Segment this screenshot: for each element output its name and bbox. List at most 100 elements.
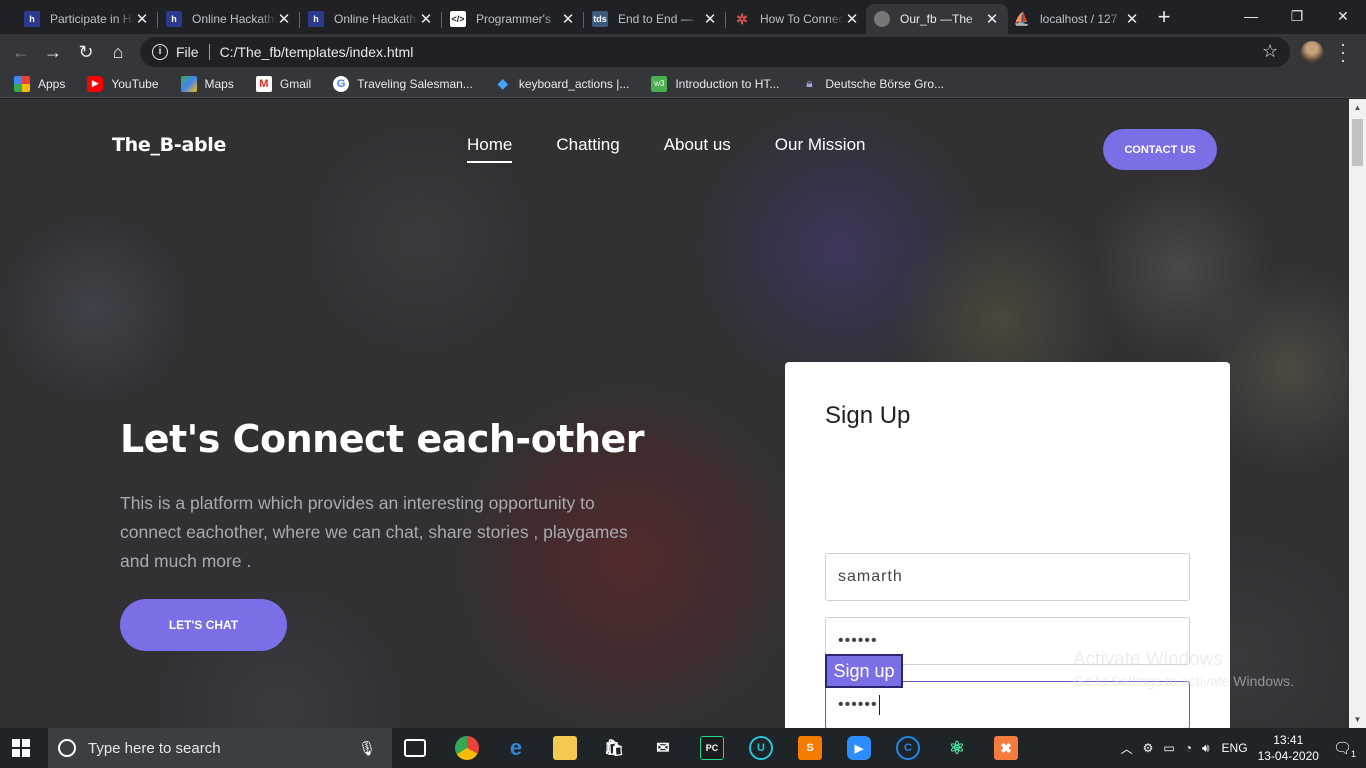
address-bar[interactable]: i File C:/The_fb/templates/index.html xyxy=(140,37,1290,67)
mail-icon[interactable]: ✉ xyxy=(651,736,675,760)
menu-kebab-icon[interactable]: · · · xyxy=(1338,35,1348,69)
signup-title: Sign Up xyxy=(825,402,911,429)
gear-icon: ✲ xyxy=(736,10,748,27)
close-tab-icon[interactable]: ✕ xyxy=(418,10,434,28)
browser-tab[interactable]: </> Programmer's ✕ xyxy=(442,4,584,34)
bookmark-gmail[interactable]: M Gmail xyxy=(255,75,311,92)
browser-tab[interactable]: h Online Hackathons ✕ xyxy=(158,4,300,34)
close-tab-icon[interactable]: ✕ xyxy=(134,10,150,28)
code-icon: </> xyxy=(450,11,466,27)
forward-arrow-icon[interactable]: → xyxy=(40,39,66,65)
store-icon[interactable]: 🛍︎ xyxy=(602,736,626,760)
microphone-icon[interactable]: 🎙︎ xyxy=(358,740,376,757)
globe-icon xyxy=(874,11,890,27)
new-tab-button[interactable]: + xyxy=(1152,6,1176,30)
tab-strip: h Participate in HackerEarth ✕ h Online … xyxy=(0,0,1366,34)
youtube-icon: ▶ xyxy=(87,75,104,92)
hero-title: Let's Connect each-other xyxy=(120,417,645,461)
bookmark-maps[interactable]: Maps xyxy=(180,75,234,92)
username-field[interactable]: samarth xyxy=(825,553,1190,601)
close-tab-icon[interactable]: ✕ xyxy=(276,10,292,28)
windows-start-icon[interactable] xyxy=(12,739,30,757)
contact-us-button[interactable]: CONTACT US xyxy=(1103,129,1217,170)
signup-button[interactable]: Sign up xyxy=(825,654,903,688)
browser-tab[interactable]: h Online Hackathons ✕ xyxy=(300,4,442,34)
ccleaner-icon[interactable]: C xyxy=(896,736,920,760)
back-arrow-icon[interactable]: ← xyxy=(8,39,34,65)
info-icon[interactable]: i xyxy=(152,44,168,60)
bookmark-keyboard-actions[interactable]: ◆ keyboard_actions |... xyxy=(495,75,629,92)
xampp-icon[interactable]: ✖ xyxy=(994,736,1018,760)
close-tab-icon[interactable]: ✕ xyxy=(560,10,576,28)
scrollbar-thumb[interactable] xyxy=(1352,119,1363,166)
cortana-icon xyxy=(58,739,76,757)
reload-icon[interactable]: ↻ xyxy=(73,39,99,65)
lets-chat-button[interactable]: LET'S CHAT xyxy=(120,599,287,651)
nav-home[interactable]: Home xyxy=(467,135,513,163)
page-scrollbar[interactable]: ▲ ▼ xyxy=(1349,99,1366,728)
bookmark-star-icon[interactable]: ☆ xyxy=(1262,41,1278,62)
bookmark-youtube[interactable]: ▶ YouTube xyxy=(87,75,159,92)
upwork-icon[interactable]: U xyxy=(749,736,773,760)
hackerearth-icon: h xyxy=(24,11,40,27)
chrome-icon[interactable] xyxy=(455,736,479,760)
close-tab-icon[interactable]: ✕ xyxy=(702,10,718,28)
minimize-button[interactable]: — xyxy=(1228,0,1274,32)
nav-our-mission[interactable]: Our Mission xyxy=(775,135,866,163)
volume-icon[interactable]: 🔊︎ xyxy=(1202,741,1210,756)
browser-tab[interactable]: h Participate in HackerEarth ✕ xyxy=(16,4,158,34)
browser-tab[interactable]: ✲ How To Connect ✕ xyxy=(726,4,868,34)
bookmark-traveling-salesman[interactable]: G Traveling Salesman... xyxy=(333,75,473,92)
tab-title: End to End — xyxy=(618,12,693,26)
clock[interactable]: 13:41 13-04-2020 xyxy=(1258,732,1319,764)
maximize-button[interactable]: ❐ xyxy=(1274,0,1320,32)
browser-toolbar: ← → ↻ ⌂ i File C:/The_fb/templates/index… xyxy=(0,34,1366,70)
browser-tab[interactable]: tds End to End — ✕ xyxy=(584,4,726,34)
address-scheme: File xyxy=(176,44,199,60)
notification-center-icon[interactable]: 🗨︎ 1 xyxy=(1333,739,1356,759)
browser-tab-active[interactable]: Our_fb —The ✕ xyxy=(866,4,1008,34)
close-window-button[interactable]: ✕ xyxy=(1320,0,1366,32)
maps-icon xyxy=(180,75,197,92)
lock-icon: 🔒︎ xyxy=(806,76,813,90)
profile-avatar[interactable] xyxy=(1301,41,1323,63)
hackerearth-icon: h xyxy=(166,11,182,27)
edge-icon[interactable]: e xyxy=(504,735,528,760)
bookmark-apps[interactable]: Apps xyxy=(14,75,65,92)
chevron-up-icon[interactable]: ︿ xyxy=(1121,740,1133,757)
scroll-up-icon[interactable]: ▲ xyxy=(1349,99,1366,116)
close-tab-icon[interactable]: ✕ xyxy=(1124,10,1140,28)
apps-grid-icon xyxy=(14,75,30,92)
activate-windows-watermark: Activate Windows Go to Settings to activ… xyxy=(1073,649,1294,689)
page-viewport: The_B-able Home Chatting About us Our Mi… xyxy=(0,99,1349,728)
atom-icon[interactable]: ⚛ xyxy=(945,736,969,760)
browser-tab[interactable]: ⛵ localhost / 127 ✕ xyxy=(1006,4,1148,34)
network-activity-icon[interactable]: ⚙ xyxy=(1143,741,1154,755)
windows-taskbar: Type here to search 🎙︎ e 🛍︎ ✉ PC U S ▶ C… xyxy=(0,728,1366,768)
tab-title: Online Hackathons xyxy=(192,12,276,26)
battery-icon[interactable]: ▭ xyxy=(1163,741,1174,755)
close-tab-icon[interactable]: ✕ xyxy=(984,10,1000,28)
scroll-down-icon[interactable]: ▼ xyxy=(1349,711,1366,728)
task-view-icon[interactable] xyxy=(404,739,426,757)
taskbar-search[interactable]: Type here to search 🎙︎ xyxy=(48,728,392,768)
tab-title: Our_fb —The xyxy=(900,12,973,26)
wifi-icon[interactable]: ◔ xyxy=(1185,741,1192,755)
gmail-icon: M xyxy=(255,75,272,92)
sublime-icon[interactable]: S xyxy=(798,736,822,760)
zoom-icon[interactable]: ▶ xyxy=(847,736,871,760)
file-explorer-icon[interactable] xyxy=(553,736,577,760)
main-nav: Home Chatting About us Our Mission xyxy=(467,135,909,163)
language-indicator[interactable]: ENG xyxy=(1222,741,1248,755)
site-brand[interactable]: The_B-able xyxy=(112,134,226,156)
bookmark-introduction-html[interactable]: w3 Introduction to HT... xyxy=(651,75,779,92)
bookmark-deutsche-borse[interactable]: 🔒︎ Deutsche Börse Gro... xyxy=(801,76,944,92)
tab-title: Programmer's xyxy=(476,12,551,26)
home-icon[interactable]: ⌂ xyxy=(105,39,131,65)
flutter-icon: ◆ xyxy=(497,75,509,91)
nav-about-us[interactable]: About us xyxy=(664,135,731,163)
nav-chatting[interactable]: Chatting xyxy=(556,135,619,163)
close-tab-icon[interactable]: ✕ xyxy=(844,10,860,28)
address-path: C:/The_fb/templates/index.html xyxy=(219,44,414,60)
pycharm-icon[interactable]: PC xyxy=(700,736,724,760)
